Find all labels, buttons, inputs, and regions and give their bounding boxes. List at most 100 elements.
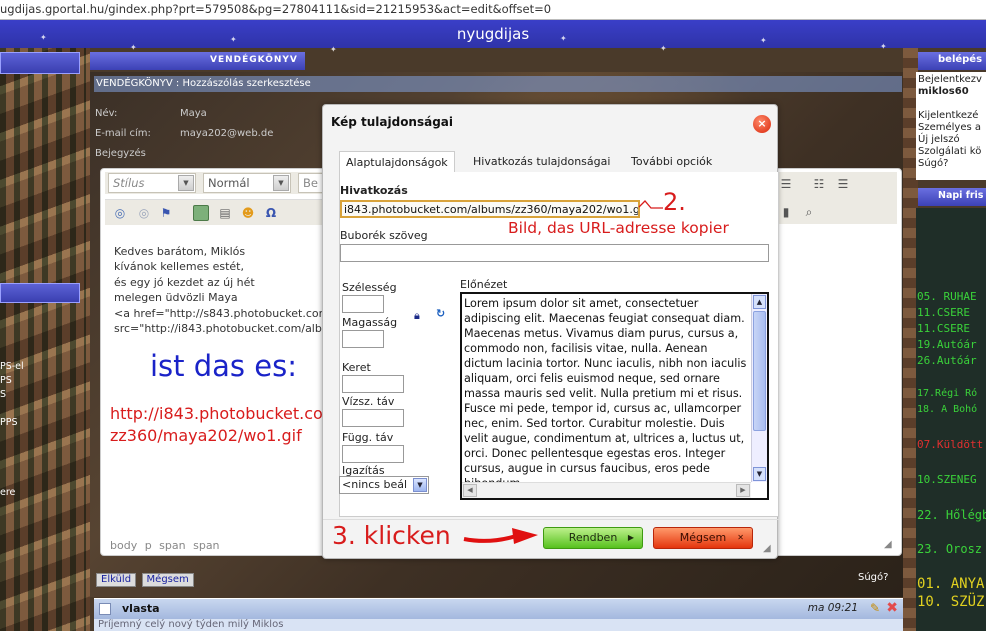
preview-icon[interactable]: ◎ [112,205,128,221]
logout-link[interactable]: Kijelentkezé [918,110,986,122]
email-value: maya202@web.de [180,128,274,139]
daily-item[interactable]: 11.CSERE [917,322,970,335]
height-label: Magasság [342,316,398,329]
daily-item[interactable]: 23. Orosz [917,542,982,556]
link-url-input[interactable]: i843.photobucket.com/albums/zz360/maya20… [340,200,640,218]
left-panel-header-2 [0,283,80,303]
style-select[interactable]: Stílus ▼ [108,173,196,193]
anchor-flag-icon[interactable]: ⚑ [158,205,174,221]
daily-item[interactable]: 22. Hőlégb [917,508,986,522]
editor-toolbar-row-1: Stílus ▼ Normál ▼ Be [105,172,325,194]
find-icon[interactable]: ⌕ [801,204,817,220]
editor-toolbar-row-2: ◎ ◎ ⚑ ▤ ☻ Ω [105,199,325,225]
username: miklos60 [918,86,969,97]
format-select[interactable]: Normál ▼ [203,173,291,193]
element-path: body p span span [110,539,220,552]
preview-vertical-scrollbar[interactable]: ▲ ▼ [751,294,767,482]
daily-item[interactable]: 19.Autóár [917,338,977,351]
comment-checkbox[interactable] [99,603,111,615]
width-input[interactable] [342,295,384,313]
align-select[interactable]: <nincs beál ▼ [339,476,429,494]
daily-item[interactable]: 17.Régi Ró [917,388,977,399]
new-password-link[interactable]: Új jelszó [918,134,986,146]
tab-link-properties[interactable]: Hivatkozás tulajdonságai [467,151,616,173]
daily-item[interactable]: 10. SZÜZ [917,594,984,610]
scroll-right-icon: ▶ [736,484,750,497]
scroll-thumb [753,311,766,431]
comment-header: vlasta ma 09:21 ✎ ✖ [94,598,906,619]
bullet-list-icon[interactable]: ☰ [835,176,851,192]
breadcrumb: VENDÉGKÖNYV : Hozzászólás szerkesztése [94,76,902,92]
tab-more-options[interactable]: További opciók [625,151,718,173]
send-button[interactable]: Elküld [96,573,137,587]
cancel-button[interactable]: Mégsem [141,573,194,587]
dialog-cancel-button[interactable]: Mégsem ✕ [653,527,753,549]
font-select[interactable]: Be [298,173,325,193]
left-menu-item[interactable]: ere [0,486,24,500]
border-input[interactable] [342,375,404,393]
reset-size-icon[interactable]: ↻ [436,307,445,320]
vspace-input[interactable] [342,445,404,463]
annotation-step-2-text: Bild, das URL-adresse kopier [508,219,729,237]
image-icon[interactable] [193,205,209,221]
border-label: Keret [342,361,371,374]
dialog-resize-grip-icon[interactable]: ◢ [763,543,771,554]
scroll-up-icon: ▲ [753,295,766,309]
special-char-icon[interactable]: Ω [263,205,279,221]
left-menu-item[interactable]: PS [0,374,24,388]
dialog-title: Kép tulajdonságai [331,115,454,129]
left-menu-item[interactable]: PPS [0,416,24,430]
daily-item[interactable]: 26.Autóár [917,354,977,367]
daily-item[interactable]: 05. RUHAE [917,290,977,303]
tab-basic-properties[interactable]: Alaptulajdonságok [339,151,455,173]
left-menu-item[interactable]: PS-el [0,360,24,374]
annotation-step-2: 2. [663,188,686,216]
name-value: Maya [180,108,207,119]
left-menu: PS-el PS S PPS ere [0,360,24,500]
daily-panel: 05. RUHAE 11.CSERE 11.CSERE 19.Autóár 26… [916,208,986,631]
daily-item[interactable]: 01. ANYA [917,576,984,592]
help-link[interactable]: Súgó? [858,572,888,583]
smiley-icon[interactable]: ☻ [240,205,256,221]
ok-button[interactable]: Rendben ▶ [543,527,643,549]
tooltip-input[interactable] [340,244,769,262]
close-icon[interactable]: × [753,115,771,133]
red-arrow-icon [463,528,538,544]
hspace-label: Vízsz. táv [342,395,395,408]
numbered-list-icon[interactable]: ☷ [811,176,827,192]
lock-ratio-icon[interactable]: 🔒︎ [414,309,420,323]
delete-icon[interactable]: ✖ [886,600,898,616]
editor-content[interactable]: Kedves barátom, Miklós kívánok kellemes e… [114,244,333,336]
service-link[interactable]: Szolgálati kö [918,146,986,158]
daily-item[interactable]: 10.SZENEG [917,473,977,486]
bracket-connector [638,200,663,209]
annotation-step-3: 3. klicken [332,521,451,550]
height-input[interactable] [342,330,384,348]
daily-item[interactable]: 07.Küldött [917,438,983,451]
annotation-question: ist das es: [150,349,297,383]
guestbook-panel-title: VENDÉGKÖNYV [90,52,305,70]
preview-horizontal-scrollbar[interactable]: ◀ ▶ [462,482,751,498]
daily-item[interactable]: 18. A Bohó [917,404,977,415]
help-link-right[interactable]: Súgó? [918,158,986,170]
email-label: E-mail cím: [95,128,151,139]
toolbar-icon[interactable]: ▮ [778,204,794,220]
table-icon[interactable]: ▤ [217,205,233,221]
address-bar[interactable]: ugdijas.gportal.hu/gindex.php?prt=579508… [0,0,986,20]
site-title: nyugdijas [456,25,530,43]
editor-toolbar-right: ☰ ☷ ☰ ▮ ⌕ [775,172,897,224]
resize-grip-icon[interactable]: ◢ [884,539,892,550]
align-justify-icon[interactable]: ☰ [778,176,794,192]
edit-pencil-icon[interactable]: ✎ [870,601,880,615]
left-menu-item[interactable]: S [0,388,24,402]
profile-link[interactable]: Személyes a [918,122,986,134]
scroll-left-icon: ◀ [463,484,477,497]
link-label: Hivatkozás [340,184,408,197]
dialog-tabs: Alaptulajdonságok Hivatkozás tulajdonság… [339,151,771,173]
daily-item[interactable]: 11.CSERE [917,306,970,319]
hspace-input[interactable] [342,409,404,427]
login-panel: Bejelentkezv miklos60 Kijelentkezé Szemé… [916,72,986,180]
scroll-down-icon: ▼ [753,467,766,481]
comment-author: vlasta [122,602,160,615]
unlink-icon[interactable]: ◎ [136,205,152,221]
